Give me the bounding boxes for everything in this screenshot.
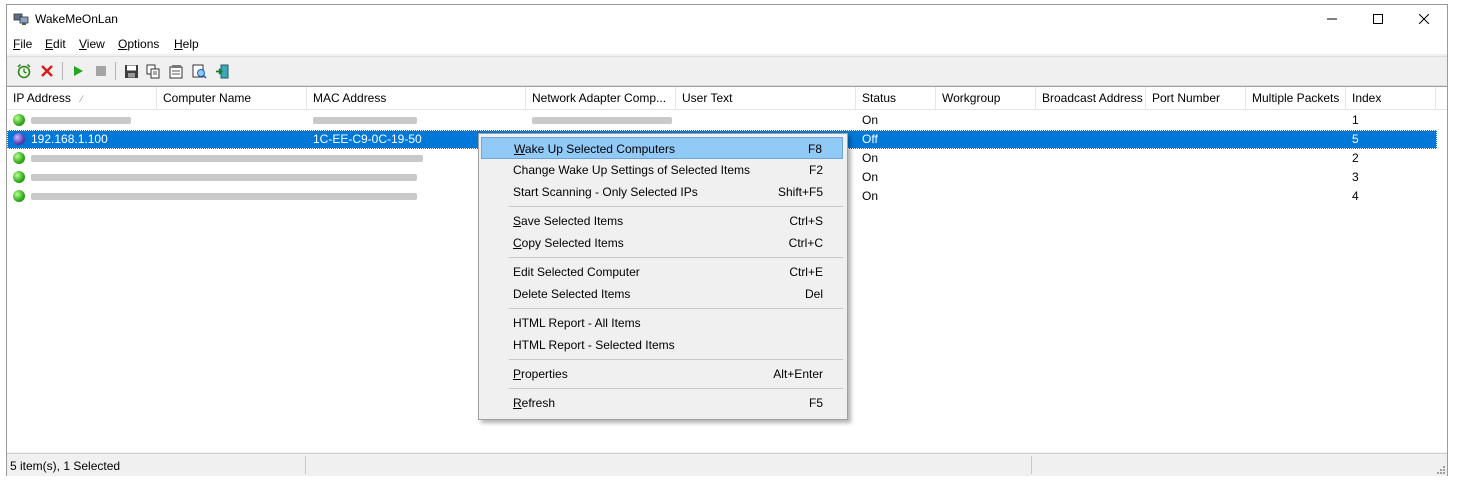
- properties-icon: [169, 64, 182, 78]
- menu-separator: [509, 206, 843, 207]
- menu-item-delete-selected[interactable]: Delete Selected Items Del: [481, 283, 843, 305]
- status-cell: On: [862, 170, 879, 184]
- list-header: IP Address ⁄ Computer Name MAC Address Ne…: [7, 87, 1447, 110]
- properties-button[interactable]: [167, 62, 185, 80]
- close-button[interactable]: [1401, 5, 1447, 33]
- status-on-icon: [13, 171, 25, 183]
- toolbar-separator: [115, 62, 116, 80]
- menu-item-wake-up[interactable]: Wake Up Selected Computers F8: [481, 137, 843, 159]
- column-workgroup[interactable]: Workgroup: [936, 87, 1036, 109]
- column-port-number[interactable]: Port Number: [1146, 87, 1246, 109]
- menu-separator: [509, 308, 843, 309]
- redacted-ip: [31, 117, 131, 124]
- status-separator: [305, 456, 306, 474]
- save-icon: [124, 64, 138, 78]
- exit-icon: [215, 64, 228, 78]
- menu-item-html-report-all[interactable]: HTML Report - All Items: [481, 312, 843, 334]
- menu-item-html-report-selected[interactable]: HTML Report - Selected Items: [481, 334, 843, 356]
- column-index[interactable]: Index: [1346, 87, 1436, 109]
- play-icon: [74, 66, 83, 76]
- menu-edit[interactable]: Edit: [45, 37, 66, 51]
- table-row[interactable]: On 1: [7, 111, 1437, 130]
- network-computer-icon: [13, 13, 29, 25]
- menu-item-start-scanning[interactable]: Start Scanning - Only Selected IPs Shift…: [481, 181, 843, 203]
- delete-icon: [41, 65, 53, 77]
- status-cell: On: [862, 151, 879, 165]
- window-title: WakeMeOnLan: [35, 12, 118, 26]
- wake-alarm-icon: [17, 63, 31, 79]
- column-broadcast-address[interactable]: Broadcast Address: [1036, 87, 1146, 109]
- html-report-button[interactable]: [190, 62, 208, 80]
- redacted-adapter: [532, 117, 672, 124]
- status-on-icon: [13, 152, 25, 164]
- column-status[interactable]: Status: [856, 87, 936, 109]
- ip-cell: 192.168.1.100: [31, 132, 108, 146]
- redacted-mac: [313, 117, 417, 124]
- status-off-icon: [13, 133, 25, 145]
- column-user-text[interactable]: User Text: [676, 87, 856, 109]
- save-button[interactable]: [122, 62, 140, 80]
- start-scan-button[interactable]: [69, 62, 87, 80]
- column-ip-address[interactable]: IP Address ⁄: [7, 87, 157, 109]
- redacted-row-data: [31, 174, 417, 181]
- menu-help[interactable]: Help: [174, 37, 199, 51]
- copy-button[interactable]: [144, 62, 162, 80]
- index-cell: 2: [1352, 151, 1359, 165]
- toolbar-separator: [62, 62, 63, 80]
- minimize-icon: [1327, 18, 1337, 20]
- maximize-icon: [1373, 14, 1383, 24]
- menu-item-save-selected[interactable]: Save Selected Items Ctrl+S: [481, 210, 843, 232]
- menu-item-change-wake-settings[interactable]: Change Wake Up Settings of Selected Item…: [481, 159, 843, 181]
- close-icon: [1419, 14, 1429, 24]
- column-computer-name[interactable]: Computer Name: [157, 87, 307, 109]
- menu-file[interactable]: File: [13, 37, 32, 51]
- status-cell: Off: [862, 132, 878, 146]
- index-cell: 3: [1352, 170, 1359, 184]
- status-bar: 5 item(s), 1 Selected: [7, 453, 1447, 476]
- redacted-row-data: [31, 193, 417, 200]
- status-cell: On: [862, 189, 879, 203]
- menu-separator: [509, 257, 843, 258]
- redacted-row-data: [31, 155, 423, 162]
- menu-item-properties[interactable]: Properties Alt+Enter: [481, 363, 843, 385]
- mac-cell: 1C-EE-C9-0C-19-50: [313, 132, 422, 146]
- index-cell: 1: [1352, 113, 1359, 127]
- status-text: 5 item(s), 1 Selected: [10, 459, 121, 473]
- menu-separator: [509, 359, 843, 360]
- context-menu: Wake Up Selected Computers F8 Change Wak…: [478, 133, 848, 420]
- title-bar: WakeMeOnLan: [7, 5, 1447, 33]
- menu-item-copy-selected[interactable]: Copy Selected Items Ctrl+C: [481, 232, 843, 254]
- menu-bar: File Edit View Options Help: [7, 33, 1447, 54]
- exit-button[interactable]: [213, 62, 231, 80]
- copy-icon: [146, 64, 159, 78]
- minimize-button[interactable]: [1309, 5, 1355, 33]
- menu-item-refresh[interactable]: Refresh F5: [481, 392, 843, 414]
- sort-ascending-icon: ⁄: [80, 94, 83, 104]
- html-report-icon: [192, 64, 207, 79]
- index-cell: 4: [1352, 189, 1359, 203]
- maximize-button[interactable]: [1355, 5, 1401, 33]
- stop-scan-button[interactable]: [92, 62, 110, 80]
- menu-item-edit-computer[interactable]: Edit Selected Computer Ctrl+E: [481, 261, 843, 283]
- menu-view[interactable]: View: [79, 37, 105, 51]
- column-multiple-packets[interactable]: Multiple Packets: [1246, 87, 1346, 109]
- menu-separator: [509, 388, 843, 389]
- menu-options[interactable]: Options: [118, 37, 159, 51]
- column-network-adapter[interactable]: Network Adapter Comp...: [526, 87, 676, 109]
- status-on-icon: [13, 114, 25, 126]
- stop-icon: [96, 66, 106, 76]
- status-cell: On: [862, 113, 879, 127]
- toolbar: [7, 56, 1447, 86]
- column-mac-address[interactable]: MAC Address: [307, 87, 526, 109]
- resize-grip-icon[interactable]: [1435, 464, 1445, 474]
- wake-up-button[interactable]: [15, 62, 33, 80]
- status-separator: [1031, 456, 1032, 474]
- delete-button[interactable]: [38, 62, 56, 80]
- index-cell: 5: [1352, 132, 1359, 146]
- status-on-icon: [13, 190, 25, 202]
